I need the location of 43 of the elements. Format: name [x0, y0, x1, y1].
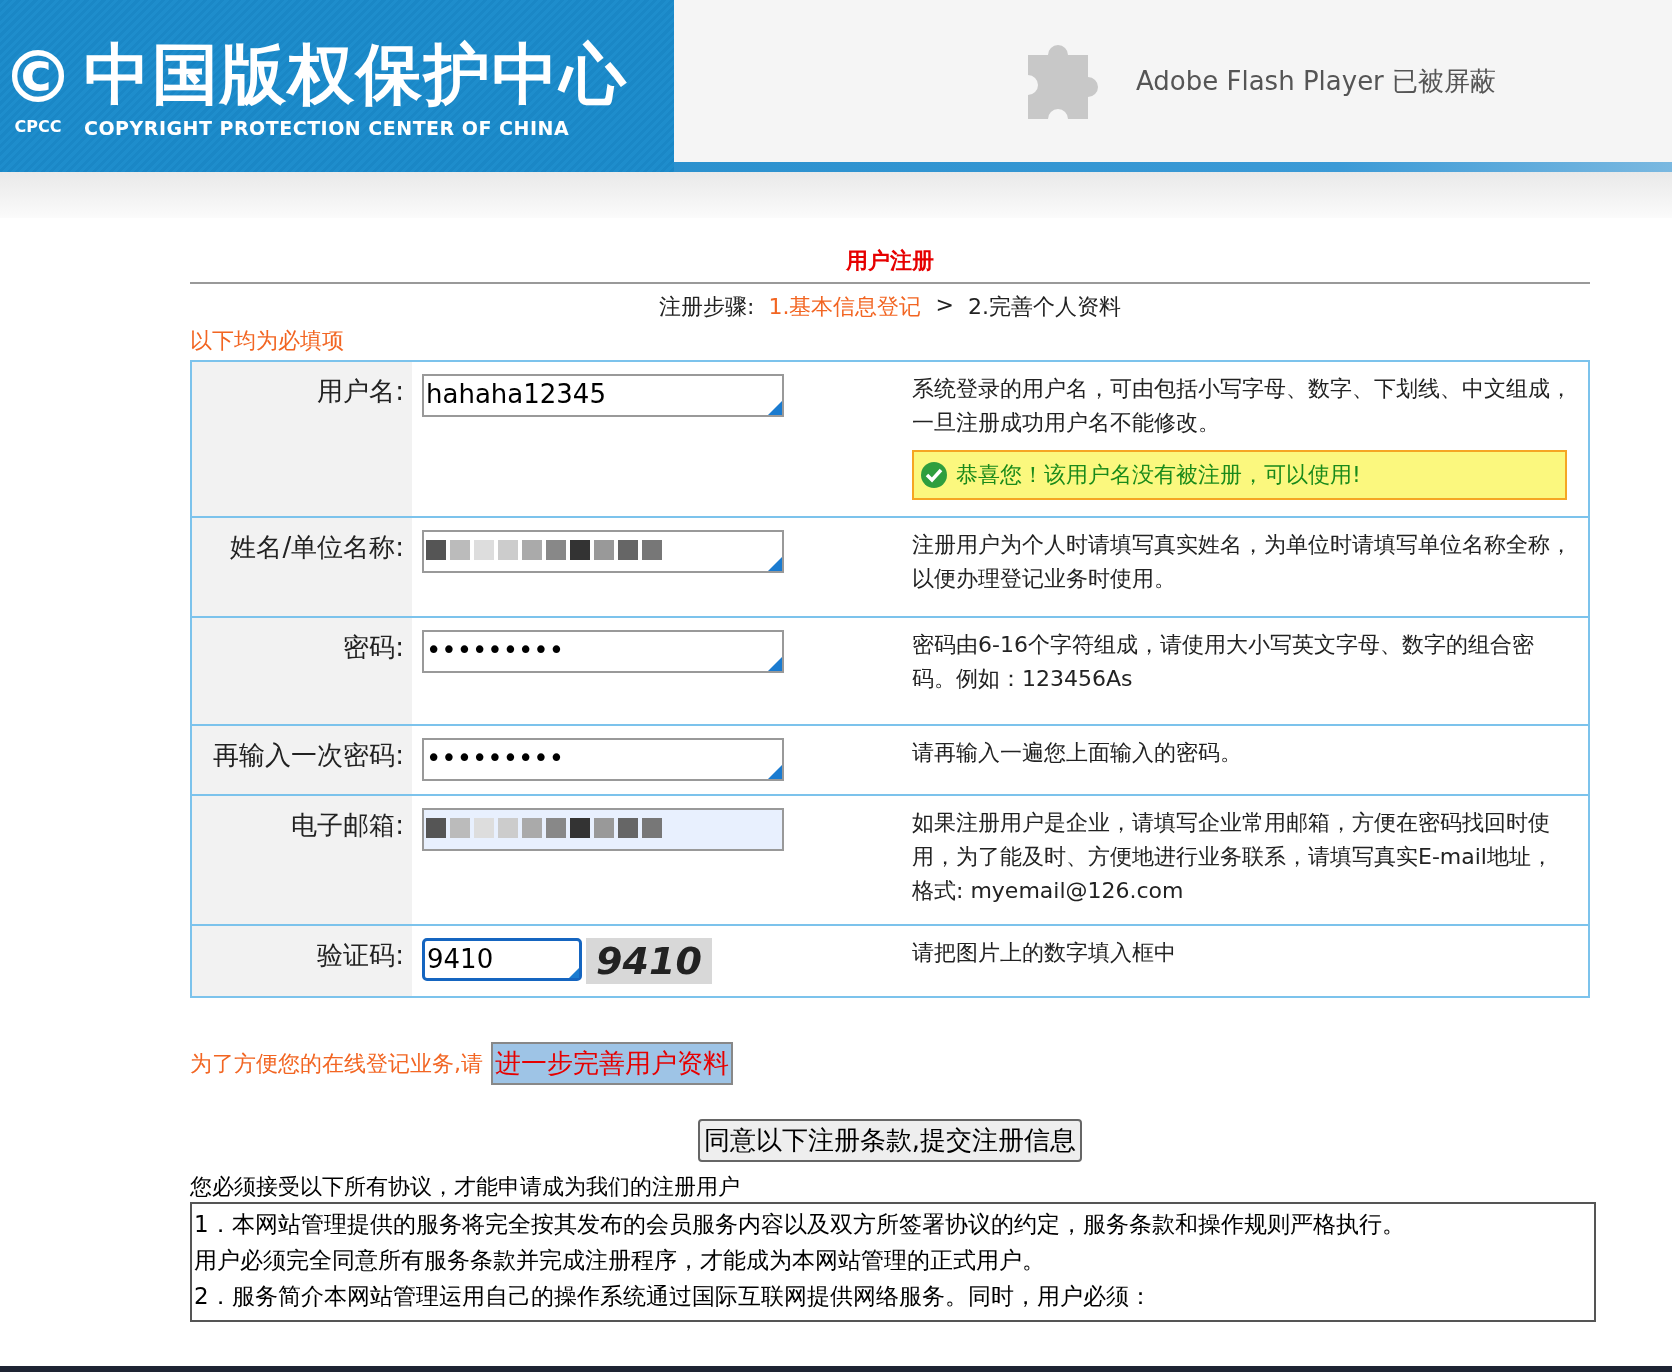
agreement-line: 2．服务简介本网站管理运用自己的操作系统通过国际互联网提供网络服务。同时，用户必须：: [194, 1282, 1153, 1311]
check-icon: [920, 461, 948, 489]
steps-label: 注册步骤:: [659, 293, 755, 321]
input-field[interactable]: 9410: [422, 938, 582, 981]
corner-mark-icon: [569, 968, 579, 978]
agreement-line: 1．本网站管理提供的服务将完全按其发布的会员服务内容以及双方所签署协议的约定，服务条款和操作规则严格执行。: [194, 1210, 1406, 1239]
help-text: 请再输入一遍您上面输入的密码。: [912, 739, 1243, 767]
notice-text: 恭喜您！该用户名没有被注册，可以使用!: [956, 461, 1361, 489]
page-title: 用户注册: [190, 246, 1590, 284]
field-label: 电子邮箱:: [291, 810, 404, 840]
help-text: 请把图片上的数字填入框中: [912, 939, 1177, 967]
field-label: 用户名:: [317, 376, 404, 406]
required-note: 以下均为必填项: [190, 327, 345, 355]
step: 2.完善个人资料: [967, 292, 1121, 322]
agreement-intro: 您必须接受以下所有协议，才能申请成为我们的注册用户: [190, 1173, 741, 1201]
help-text: 系统登录的用户名，可由包括小写字母、数字、下划线、中文组成，一旦注册成功用户名不能修改。: [912, 375, 1573, 437]
input-field[interactable]: [422, 530, 784, 573]
submit-button[interactable]: 同意以下注册条款,提交注册信息: [697, 1119, 1083, 1162]
help-text: 注册用户为个人时请填写真实姓名，为单位时请填写单位名称全称，以便办理登记业务时使用。: [912, 531, 1573, 593]
logo-subtitle: COPYRIGHT PROTECTION CENTER OF CHINA: [84, 117, 571, 139]
field-label: 再输入一次密码:: [213, 740, 404, 770]
input-field[interactable]: •••••••••: [422, 738, 784, 781]
field-label: 密码:: [343, 632, 404, 662]
logo-mark: ©: [2, 36, 74, 117]
help-text: 如果注册用户是企业，请填写企业常用邮箱，方便在密码找回时使用，为了能及时、方便地进行业务联系，请填写真实E-mail地址，格式: myemail@126.com: [912, 809, 1554, 905]
promo-text: 为了方便您的在线登记业务,请: [190, 1049, 483, 1078]
corner-mark-icon: [768, 557, 782, 571]
captcha-image: 9410: [586, 938, 712, 984]
field-label: 姓名/单位名称:: [230, 532, 404, 562]
corner-mark-icon: [768, 401, 782, 415]
logo-abbr: CPCC: [14, 116, 62, 136]
input-field[interactable]: hahaha12345: [422, 374, 784, 417]
input-field[interactable]: •••••••••: [422, 630, 784, 673]
help-text: 密码由6-16个字符组成，请使用大小写英文字母、数字的组合密码。例如：123456As: [912, 631, 1535, 693]
field-label: 验证码:: [317, 940, 404, 970]
corner-mark-icon: [768, 657, 782, 671]
input-field[interactable]: [422, 808, 784, 851]
step: 1.基本信息登记: [768, 292, 922, 322]
agreement-line: 用户必须完全同意所有服务条款并完成注册程序，才能成为本网站管理的正式用户。: [194, 1246, 1046, 1275]
step-separator: >: [935, 292, 954, 319]
logo-title: 中国版权保护中心: [84, 35, 628, 115]
corner-mark-icon: [768, 765, 782, 779]
plugin-blocked-text: Adobe Flash Player 已被屏蔽: [1136, 64, 1497, 98]
